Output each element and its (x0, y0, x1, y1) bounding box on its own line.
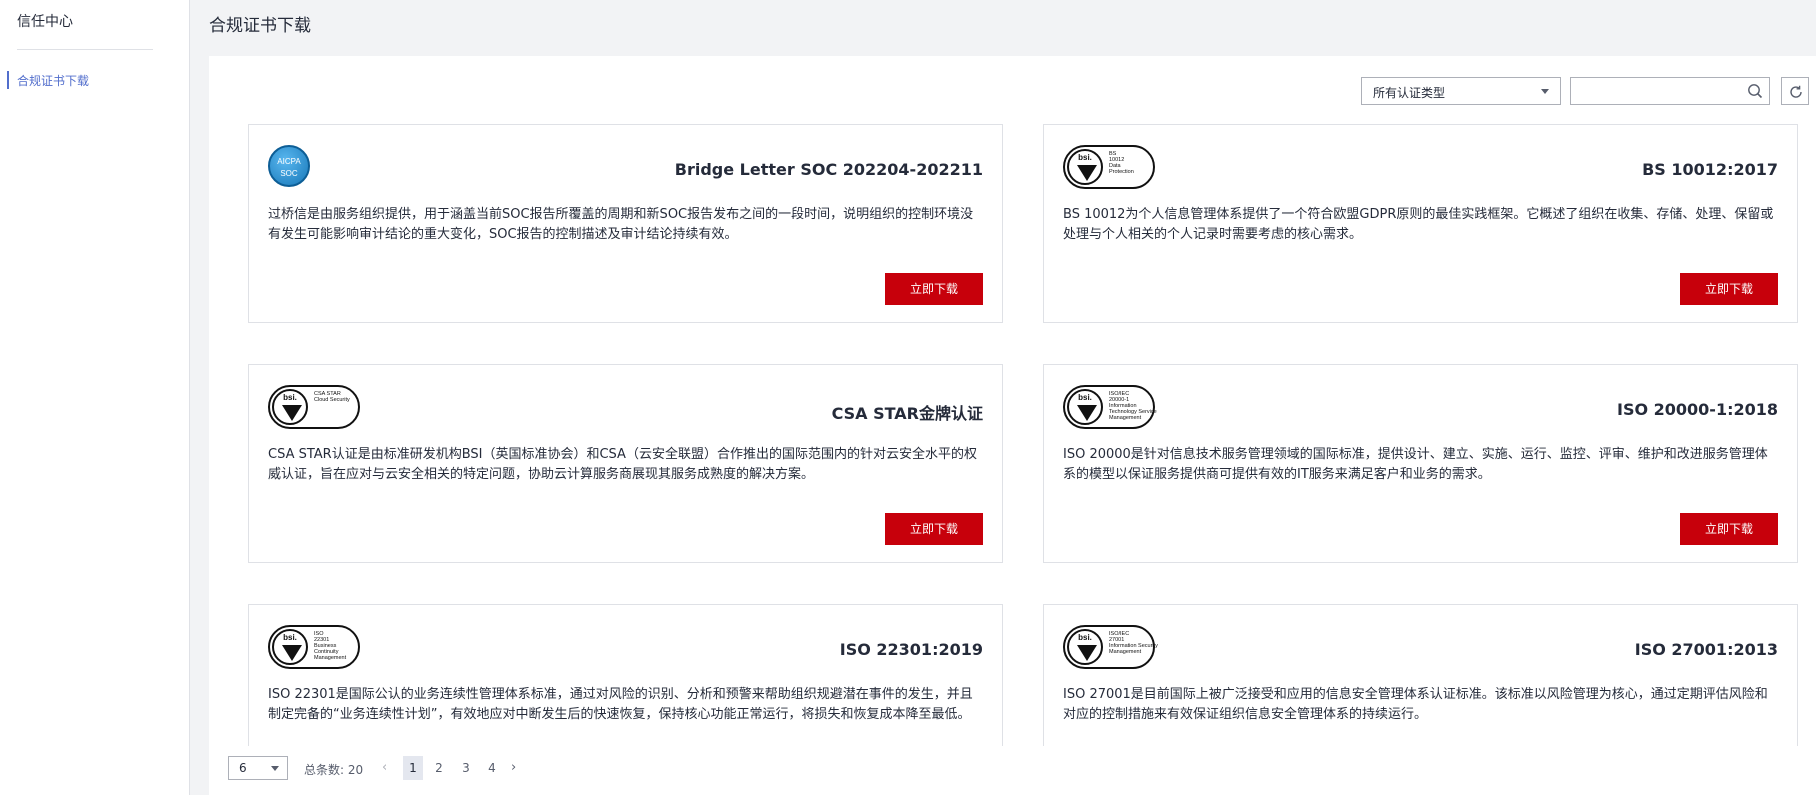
chevron-right-icon[interactable]: › (511, 760, 516, 775)
certificate-grid: AICPA SOC Bridge Letter SOC 202204-202211 过… (209, 56, 1816, 746)
logo-text: AICPA (277, 157, 301, 166)
kitemark-shape (1077, 645, 1097, 661)
logo-text: bsi. (1078, 393, 1092, 402)
certificate-card: bsi. ISO/IEC 20000-1 Information Technology … (1043, 364, 1798, 563)
sidebar-divider (17, 49, 153, 50)
bsi-kitemark-icon: bsi. (272, 389, 308, 425)
page-1-button[interactable]: 1 (403, 756, 423, 780)
sidebar-item-compliance-download[interactable]: 合规证书下载 (0, 70, 189, 90)
total-count: 总条数: 20 (304, 763, 364, 777)
page-3-button[interactable]: 3 (456, 756, 476, 780)
main-area: 合规证书下载 所有认证类型 AICPA SOC Bridge Letter SOC … (190, 0, 1816, 795)
sidebar: 信任中心 合规证书下载 (0, 0, 190, 795)
certificate-card: AICPA SOC Bridge Letter SOC 202204-202211 过… (248, 124, 1003, 323)
download-button[interactable]: 立即下载 (885, 273, 983, 305)
logo-text: bsi. (283, 393, 297, 402)
kitemark-shape (282, 645, 302, 661)
aicpa-soc-logo: AICPA SOC (268, 145, 310, 187)
certificate-name: Bridge Letter SOC 202204-202211 (674, 160, 983, 179)
certificate-description: BS 10012为个人信息管理体系提供了一个符合欧盟GDPR原则的最佳实践框架。… (1063, 207, 1774, 242)
sidebar-item-label: 合规证书下载 (17, 74, 90, 88)
logo-text: Management (314, 655, 347, 661)
certificate-name: BS 10012:2017 (1642, 160, 1778, 179)
page-size-value: 6 (239, 761, 247, 775)
download-button[interactable]: 立即下载 (1680, 513, 1778, 545)
bsi-badge-logo: bsi. ISO/IEC 27001 Information Security Mana… (1063, 625, 1158, 669)
kitemark-shape (282, 405, 302, 421)
certificate-logo: bsi. ISO/IEC 27001 Information Security Mana… (1063, 625, 1158, 669)
bsi-kitemark-icon: bsi. (1067, 149, 1103, 185)
content-panel: 所有认证类型 AICPA SOC Bridge Letter SOC 202204-… (209, 56, 1816, 795)
sidebar-title: 信任中心 (17, 14, 73, 30)
logo-caption: BS 10012 Data Protection (1109, 151, 1134, 175)
certificate-description: ISO 27001是目前国际上被广泛接受和应用的信息安全管理体系认证标准。该标准… (1063, 687, 1768, 722)
kitemark-shape (1077, 165, 1097, 181)
certificate-logo: bsi. ISO/IEC 20000-1 Information Technology … (1063, 385, 1157, 429)
page-title: 合规证书下载 (209, 16, 311, 36)
certificate-logo: bsi. ISO 22301 Business Continuity Management (268, 625, 360, 669)
logo-text: Management (1109, 649, 1142, 655)
certificate-card: bsi. BS 10012 Data Protection BS 10012:2017 BS… (1043, 124, 1798, 323)
certificate-name: CSA STAR金牌认证 (831, 404, 983, 423)
logo-caption: CSA STAR Cloud Security (314, 391, 350, 403)
logo-text: bsi. (1078, 153, 1092, 162)
kitemark-shape (1077, 405, 1097, 421)
logo-text: Management (1109, 415, 1142, 421)
bsi-badge-logo: bsi. CSA STAR Cloud Security (268, 385, 360, 429)
bsi-kitemark-icon: bsi. (1067, 629, 1103, 665)
certificate-card: bsi. ISO/IEC 27001 Information Security Mana… (1043, 604, 1798, 746)
logo-caption: ISO/IEC 27001 Information Security Manageme… (1109, 631, 1158, 655)
certificate-card: bsi. CSA STAR Cloud Security CSA STAR金牌认证 CS… (248, 364, 1003, 563)
bsi-badge-logo: bsi. BS 10012 Data Protection (1063, 145, 1155, 189)
certificate-card: bsi. ISO 22301 Business Continuity Management… (248, 604, 1003, 746)
bsi-badge-logo: bsi. ISO/IEC 20000-1 Information Technology … (1063, 385, 1157, 429)
page-2-button[interactable]: 2 (429, 756, 449, 780)
logo-text: Cloud Security (314, 397, 350, 403)
download-button[interactable]: 立即下载 (885, 513, 983, 545)
certificate-logo: AICPA SOC (268, 145, 310, 189)
certificate-logo: bsi. BS 10012 Data Protection (1063, 145, 1155, 189)
page-size-select[interactable]: 6 (228, 756, 288, 780)
logo-caption: ISO/IEC 20000-1 Information Technology Serv… (1109, 391, 1157, 421)
certificate-logo: bsi. CSA STAR Cloud Security (268, 385, 360, 429)
chevron-down-icon (271, 766, 279, 771)
logo-text: SOC (280, 169, 298, 178)
certificate-name: ISO 27001:2013 (1634, 640, 1778, 659)
bsi-kitemark-icon: bsi. (1067, 389, 1103, 425)
certificate-description: ISO 20000是针对信息技术服务管理领域的国际标准，提供设计、建立、实施、运… (1063, 447, 1768, 482)
logo-text: Protection (1109, 169, 1134, 175)
chevron-left-icon[interactable]: ‹ (382, 760, 387, 775)
bsi-badge-logo: bsi. ISO 22301 Business Continuity Management (268, 625, 360, 669)
certificate-description: ISO 22301是国际公认的业务连续性管理体系标准，通过对风险的识别、分析和预… (268, 687, 973, 722)
certificate-description: CSA STAR认证是由标准研发机构BSI（英国标准协会）和CSA（云安全联盟）… (268, 447, 977, 482)
certificate-description: 过桥信是由服务组织提供，用于涵盖当前SOC报告所覆盖的周期和新SOC报告发布之间… (268, 207, 974, 242)
logo-caption: ISO 22301 Business Continuity Management (314, 631, 346, 661)
logo-text: bsi. (283, 633, 297, 642)
certificate-name: ISO 22301:2019 (839, 640, 983, 659)
page-4-button[interactable]: 4 (482, 756, 502, 780)
logo-text: bsi. (1078, 633, 1092, 642)
download-button[interactable]: 立即下载 (1680, 273, 1778, 305)
certificate-name: ISO 20000-1:2018 (1616, 400, 1778, 419)
active-indicator (7, 71, 9, 89)
bsi-kitemark-icon: bsi. (272, 629, 308, 665)
